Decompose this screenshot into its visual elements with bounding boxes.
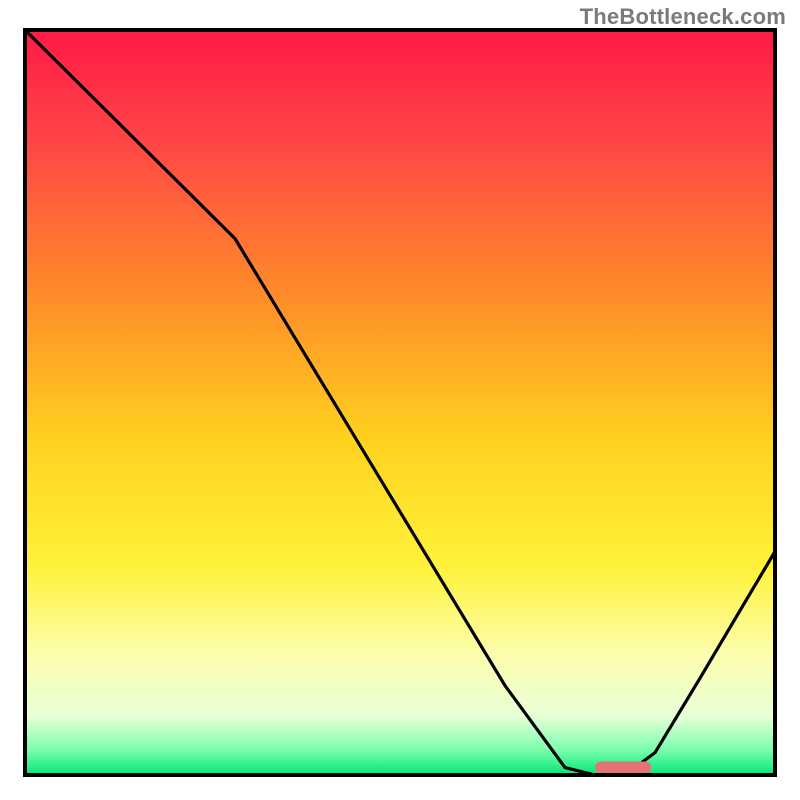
- bottleneck-chart: [0, 0, 800, 800]
- optimal-marker: [595, 762, 651, 774]
